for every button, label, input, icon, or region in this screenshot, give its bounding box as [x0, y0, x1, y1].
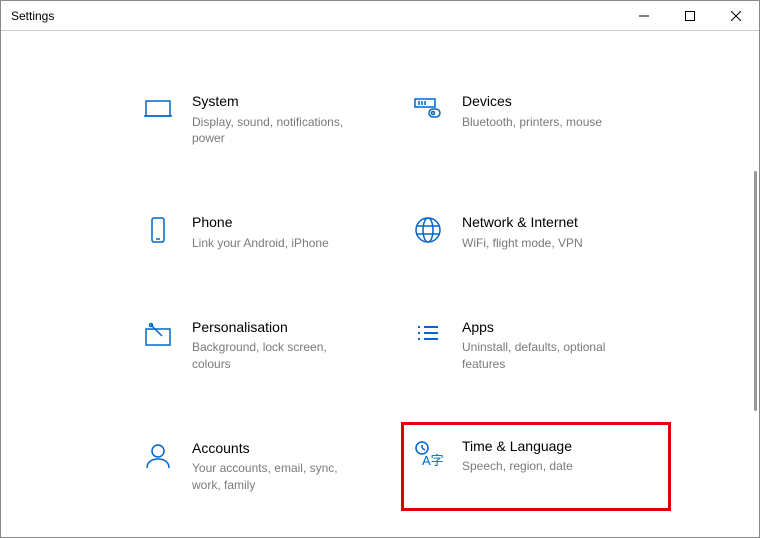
- category-desc: Speech, region, date: [462, 458, 573, 475]
- category-accounts[interactable]: Accounts Your accounts, email, sync, wor…: [131, 428, 401, 505]
- category-personalisation[interactable]: Personalisation Background, lock screen,…: [131, 307, 401, 384]
- settings-content: System Display, sound, notifications, po…: [1, 31, 759, 537]
- category-title: Personalisation: [192, 318, 362, 338]
- scrollbar-thumb[interactable]: [754, 171, 757, 411]
- titlebar: Settings: [1, 1, 759, 31]
- category-desc: Link your Android, iPhone: [192, 235, 329, 252]
- categories-grid: System Display, sound, notifications, po…: [131, 81, 759, 537]
- system-icon: [142, 92, 174, 124]
- window-title: Settings: [11, 9, 54, 23]
- devices-icon: [412, 92, 444, 124]
- category-desc: Uninstall, defaults, optional features: [462, 339, 632, 373]
- category-title: Phone: [192, 213, 329, 233]
- category-desc: Bluetooth, printers, mouse: [462, 114, 602, 131]
- category-devices[interactable]: Devices Bluetooth, printers, mouse: [401, 81, 671, 158]
- apps-icon: [412, 318, 444, 350]
- category-desc: Display, sound, notifications, power: [192, 114, 362, 148]
- category-title: Network & Internet: [462, 213, 583, 233]
- window-controls: [621, 1, 759, 31]
- category-network[interactable]: Network & Internet WiFi, flight mode, VP…: [401, 202, 671, 262]
- category-title: Time & Language: [462, 437, 573, 457]
- paint-icon: [142, 318, 174, 350]
- close-button[interactable]: [713, 1, 759, 31]
- svg-text:A字: A字: [422, 453, 444, 468]
- category-system[interactable]: System Display, sound, notifications, po…: [131, 81, 401, 158]
- globe-icon: [412, 213, 444, 245]
- category-phone[interactable]: Phone Link your Android, iPhone: [131, 202, 401, 262]
- time-language-icon: A字: [412, 437, 444, 469]
- category-time-language[interactable]: A字 Time & Language Speech, region, date: [401, 422, 671, 511]
- person-icon: [142, 439, 174, 471]
- maximize-button[interactable]: [667, 1, 713, 31]
- category-desc: Background, lock screen, colours: [192, 339, 362, 373]
- category-desc: WiFi, flight mode, VPN: [462, 235, 583, 252]
- category-title: Accounts: [192, 439, 362, 459]
- phone-icon: [142, 213, 174, 245]
- minimize-button[interactable]: [621, 1, 667, 31]
- category-title: Apps: [462, 318, 632, 338]
- category-title: System: [192, 92, 362, 112]
- category-desc: Your accounts, email, sync, work, family: [192, 460, 362, 494]
- category-apps[interactable]: Apps Uninstall, defaults, optional featu…: [401, 307, 671, 384]
- category-title: Devices: [462, 92, 602, 112]
